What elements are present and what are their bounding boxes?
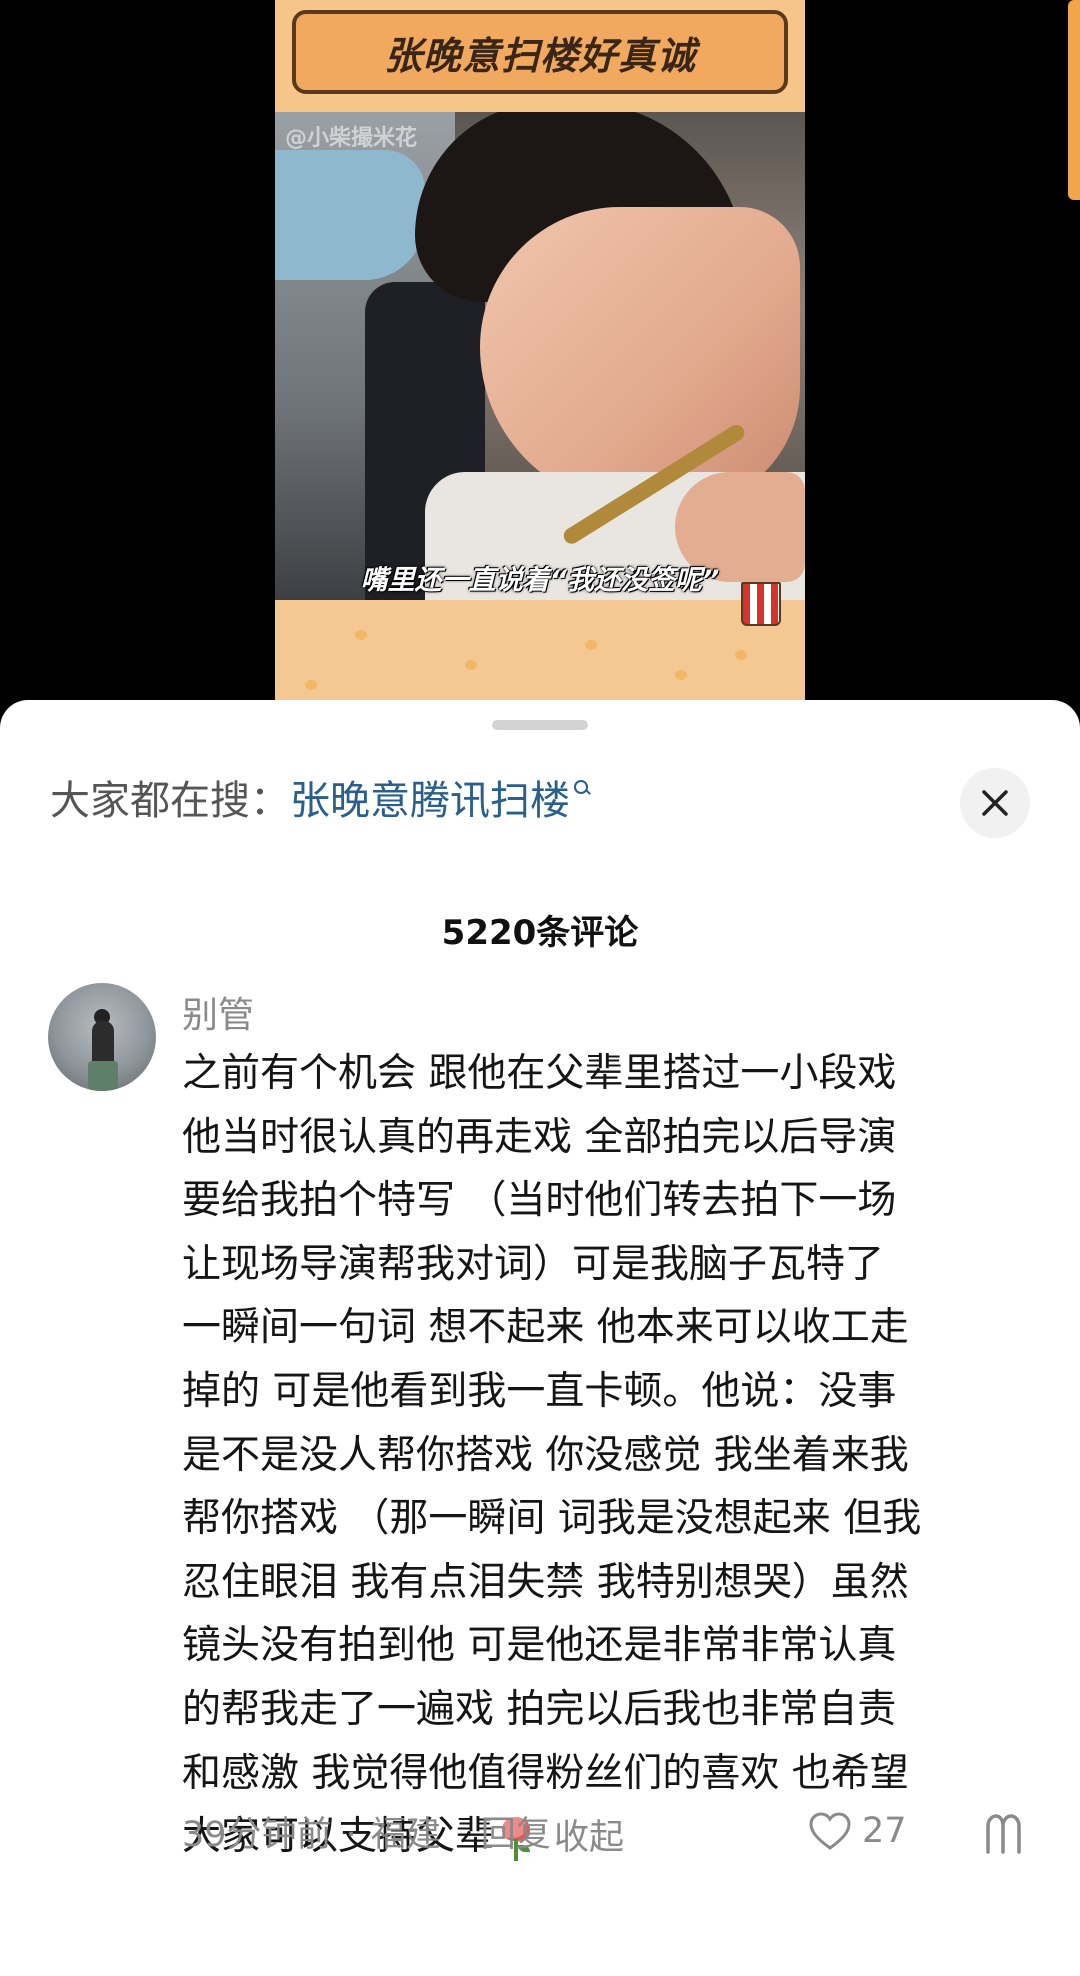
popcorn-icon [741, 582, 781, 626]
video-title-banner: 张晚意扫楼好真诚 [292, 10, 788, 94]
screen: 张晚意扫楼好真诚 @小柴撮米花 嘴里还一直说着“我还没签呢” 大家都在搜：张晚意… [0, 0, 1080, 1976]
comment-line: 和感激 我觉得他值得粉丝们的喜欢 也希望 [182, 1750, 909, 1796]
comment-line: 一瞬间一句词 想不起来 他本来可以收工走 [182, 1305, 909, 1351]
comment-line: 帮你搭戏 （那一瞬间 词我是没想起来 但我 [182, 1496, 922, 1542]
like-count: 27 [862, 1811, 907, 1851]
comment-count: 5220条评论 [441, 913, 639, 953]
reply-button[interactable]: 回复 [481, 1815, 551, 1855]
comment-line: 是不是没人帮你搭戏 你没感觉 我坐着来我 [182, 1432, 909, 1478]
face-shape [480, 207, 800, 507]
video-subtitle: 嘴里还一直说着“我还没签呢” [360, 565, 720, 596]
avatar[interactable] [48, 983, 156, 1091]
close-icon [982, 790, 1008, 816]
decor-dot [355, 630, 367, 640]
trending-search-row: 大家都在搜：张晚意腾讯扫楼 [50, 776, 591, 826]
trending-search-link[interactable]: 张晚意腾讯扫楼 [290, 778, 570, 824]
comment-line: 掉的 可是他看到我一直卡顿。他说：没事 [182, 1368, 897, 1414]
comment-line: 之前有个机会 跟他在父辈里搭过一小段戏 [182, 1051, 897, 1096]
sheet-drag-handle[interactable] [492, 720, 588, 730]
search-icon[interactable] [574, 780, 591, 796]
comment-line: 他当时很认真的再走戏 全部拍完以后导演 [182, 1114, 897, 1160]
comment-line: 让现场导演帮我对词）可是我脑子瓦特了 [182, 1241, 885, 1287]
comment-line: 镜头没有拍到他 可是他还是非常非常认真 [182, 1623, 897, 1669]
dislike-icon[interactable] [984, 1812, 1024, 1856]
face-mask-shape [275, 150, 425, 280]
comment-text: 之前有个机会 跟他在父辈里搭过一小段戏 他当时很认真的再走戏 全部拍完以后导演 … [182, 1042, 1052, 1871]
decor-dot [305, 680, 317, 690]
video-player[interactable]: 张晚意扫楼好真诚 @小柴撮米花 嘴里还一直说着“我还没签呢” [275, 0, 805, 720]
decor-dot [735, 650, 747, 660]
decor-dot [585, 640, 597, 650]
comment-sheet: 大家都在搜：张晚意腾讯扫楼 5220条评论 别管 之前有个机会 跟他在父辈里搭过… [0, 700, 1080, 1976]
collapse-button[interactable]: 收起 [554, 1818, 624, 1858]
comment-meta: 39分钟前 · 福建 回复 [182, 1813, 551, 1857]
like-button[interactable]: 27 [808, 1811, 907, 1851]
decor-dot [465, 660, 477, 670]
comment-line: 忍住眼泪 我有点泪失禁 我特别想哭）虽然 [182, 1559, 909, 1605]
comment-line: 的帮我走了一遍戏 拍完以后我也非常自责 [182, 1686, 897, 1732]
comment-line: 要给我拍个特写 （当时他们转去拍下一场 [182, 1178, 897, 1224]
edge-strip [1068, 0, 1080, 200]
comment-location: 福建 [370, 1815, 441, 1855]
comment-username[interactable]: 别管 [182, 986, 254, 1038]
trending-search-prefix: 大家都在搜： [50, 778, 290, 824]
meta-separator: · [345, 1815, 357, 1855]
decor-dot [675, 670, 687, 680]
video-watermark: @小柴撮米花 [285, 126, 418, 151]
video-frame: @小柴撮米花 嘴里还一直说着“我还没签呢” [275, 112, 805, 600]
comment-time: 39分钟前 [182, 1815, 332, 1855]
close-button[interactable] [960, 768, 1030, 838]
heart-icon [809, 1812, 851, 1850]
